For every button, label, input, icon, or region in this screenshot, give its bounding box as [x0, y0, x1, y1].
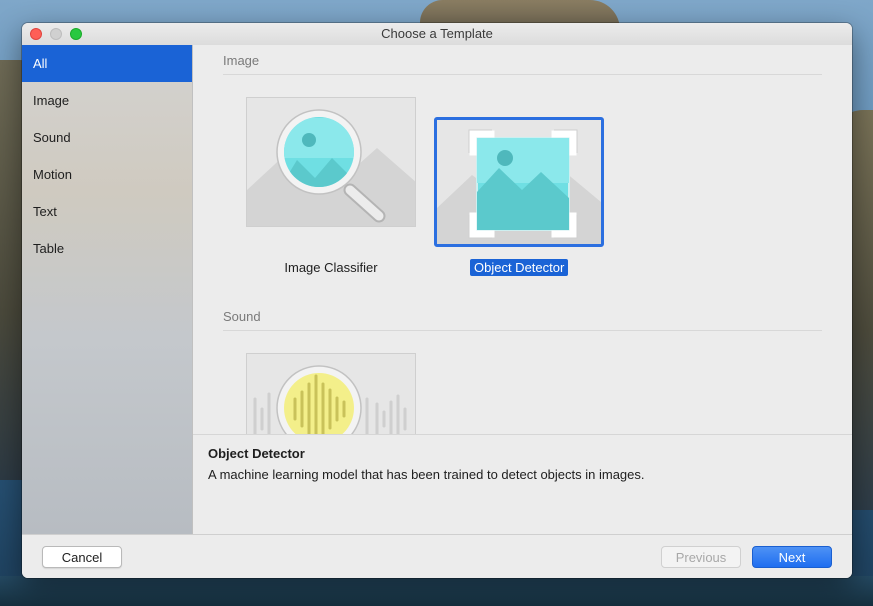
sidebar-item-all[interactable]: All [22, 45, 192, 82]
template-chooser-window: Choose a Template All Image Sound Motion… [22, 23, 852, 578]
template-tile-object-detector[interactable] [434, 117, 604, 247]
category-sidebar: All Image Sound Motion Text Table [22, 45, 193, 534]
template-label-object-detector[interactable]: Object Detector [470, 259, 569, 276]
object-detector-icon [437, 129, 601, 244]
cancel-button[interactable]: Cancel [42, 546, 122, 568]
desktop-sea [0, 576, 873, 606]
dialog-footer: Cancel Previous Next [22, 534, 852, 578]
sidebar-item-sound[interactable]: Sound [22, 119, 192, 156]
close-window-button[interactable] [30, 28, 42, 40]
section-divider [223, 330, 822, 331]
template-gallery: Image Image Classifier Object Detector S… [193, 45, 852, 434]
template-description-panel: Object Detector A machine learning model… [193, 434, 852, 535]
sidebar-item-image[interactable]: Image [22, 82, 192, 119]
template-tile-image-classifier[interactable] [246, 97, 416, 227]
image-classifier-icon [247, 109, 415, 226]
section-header-sound: Sound [223, 309, 261, 324]
sidebar-item-table[interactable]: Table [22, 230, 192, 267]
sidebar-item-motion[interactable]: Motion [22, 156, 192, 193]
zoom-window-button[interactable] [70, 28, 82, 40]
description-title: Object Detector [208, 446, 305, 461]
sidebar-item-text[interactable]: Text [22, 193, 192, 230]
window-title: Choose a Template [381, 26, 493, 41]
description-text: A machine learning model that has been t… [208, 467, 645, 482]
template-tile-sound-classifier[interactable] [246, 353, 416, 434]
sound-classifier-icon [253, 365, 407, 434]
previous-button: Previous [661, 546, 741, 568]
section-header-image: Image [223, 53, 260, 68]
template-label-image-classifier[interactable]: Image Classifier [246, 260, 416, 275]
section-divider [223, 74, 822, 75]
title-bar[interactable]: Choose a Template [22, 23, 852, 46]
minimize-window-button [50, 28, 62, 40]
next-button[interactable]: Next [752, 546, 832, 568]
